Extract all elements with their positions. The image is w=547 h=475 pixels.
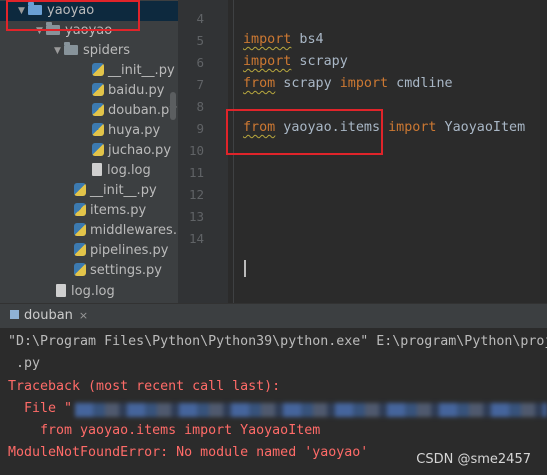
line-number: 10 xyxy=(188,143,204,158)
code-text: scrapy xyxy=(275,76,340,91)
python-file-icon xyxy=(74,263,86,276)
line-number: 13 xyxy=(188,209,204,224)
line-number: 8 xyxy=(196,99,204,114)
code-keyword: from xyxy=(243,76,276,91)
tree-item-label: settings.py xyxy=(90,263,162,278)
text-file-icon xyxy=(56,284,66,297)
tree-scrollbar[interactable] xyxy=(170,92,176,120)
console-line-error: ModuleNotFoundError: No module named 'ya… xyxy=(8,445,369,460)
code-text: YaoyaoItem xyxy=(436,120,526,135)
code-line-7: from scrapy import cmdline xyxy=(243,76,453,91)
tree-item-file[interactable]: log.log xyxy=(56,282,115,302)
tree-item-label: juchao.py xyxy=(108,143,172,158)
tree-item-file[interactable]: middlewares.py xyxy=(74,221,178,241)
close-icon[interactable]: × xyxy=(79,309,88,322)
python-file-icon xyxy=(92,63,104,76)
tree-item-label: log.log xyxy=(71,284,115,299)
code-text: bs4 xyxy=(291,32,324,47)
line-number: 14 xyxy=(188,231,204,246)
tree-item-file[interactable]: huya.py xyxy=(92,121,160,141)
tree-item-file[interactable]: juchao.py xyxy=(92,141,171,161)
tree-item-file[interactable]: __init__.py xyxy=(92,61,175,81)
tree-item-file[interactable]: douban.py xyxy=(92,101,177,121)
line-number: 5 xyxy=(196,33,204,48)
project-tree-panel: ▼ yaoyao ▼ yaoyao ▼ spiders __init__.py bai… xyxy=(0,0,178,303)
redacted-path-blur xyxy=(75,403,547,417)
run-console-output[interactable]: "D:\Program Files\Python\Python39\python… xyxy=(0,328,547,475)
text-file-icon xyxy=(92,163,102,176)
line-number: 4 xyxy=(196,11,204,26)
code-keyword: import xyxy=(388,120,437,135)
tree-item-file[interactable]: items.py xyxy=(74,201,146,221)
python-file-icon xyxy=(74,203,86,216)
text-caret xyxy=(244,260,246,277)
console-line: "D:\Program Files\Python\Python39\python… xyxy=(8,334,547,349)
code-editor[interactable]: import bs4 import scrapy from scrapy imp… xyxy=(226,0,547,303)
line-number-gutter: 4 5 6 7 8 9 10 11 12 13 14 xyxy=(178,0,228,303)
python-file-icon xyxy=(92,123,104,136)
line-number: 11 xyxy=(188,165,204,180)
console-line-error: Traceback (most recent call last): xyxy=(8,379,281,394)
tree-item-label: huya.py xyxy=(108,123,161,138)
tree-item-file[interactable]: baidu.py xyxy=(92,81,164,101)
tree-item-label: log.log xyxy=(107,163,151,178)
line-number: 7 xyxy=(196,77,204,92)
highlight-box-root-folder xyxy=(6,0,140,31)
folder-icon xyxy=(64,42,78,55)
python-file-icon xyxy=(92,103,104,116)
python-file-icon xyxy=(74,183,86,196)
console-line-error: File " xyxy=(8,401,73,416)
line-number: 9 xyxy=(196,121,204,136)
tree-item-file[interactable]: __init__.py xyxy=(74,181,157,201)
code-keyword: import xyxy=(243,32,292,47)
tree-item-spiders-folder[interactable]: ▼ spiders xyxy=(54,41,130,61)
console-line: .py xyxy=(8,356,41,371)
chevron-down-icon[interactable]: ▼ xyxy=(54,41,64,61)
tree-item-label: __init__.py xyxy=(108,63,175,78)
tree-item-file[interactable]: pipelines.py xyxy=(74,241,168,261)
run-config-icon xyxy=(10,310,19,319)
code-text: cmdline xyxy=(388,76,453,91)
watermark: CSDN @sme2457 xyxy=(416,452,531,467)
tree-item-label: middlewares.py xyxy=(90,223,178,238)
line-number: 12 xyxy=(188,187,204,202)
tree-item-label: pipelines.py xyxy=(90,243,169,258)
tree-item-label: spiders xyxy=(83,43,131,58)
python-file-icon xyxy=(74,223,86,236)
code-keyword: import xyxy=(339,76,389,91)
tree-item-file[interactable]: settings.py xyxy=(74,261,162,281)
line-number: 6 xyxy=(196,55,204,70)
code-text: scrapy xyxy=(291,54,348,69)
run-tab-label: douban xyxy=(24,308,73,323)
tree-item-label: douban.py xyxy=(108,103,177,118)
python-file-icon xyxy=(92,83,104,96)
tree-item-label: __init__.py xyxy=(90,183,157,198)
tree-item-label: baidu.py xyxy=(108,83,165,98)
code-keyword: import xyxy=(243,54,292,69)
python-file-icon xyxy=(74,243,86,256)
run-tool-window-header: douban × xyxy=(0,303,547,328)
tree-item-label: items.py xyxy=(90,203,147,218)
python-file-icon xyxy=(92,143,104,156)
code-line-6: import scrapy xyxy=(243,54,348,69)
tree-item-file[interactable]: log.log xyxy=(92,161,151,181)
highlight-box-import-line xyxy=(226,109,383,155)
code-line-5: import bs4 xyxy=(243,32,324,47)
run-tab-douban[interactable]: douban × xyxy=(0,304,88,328)
console-line-error: from yaoyao.items import YaoyaoItem xyxy=(8,423,321,438)
